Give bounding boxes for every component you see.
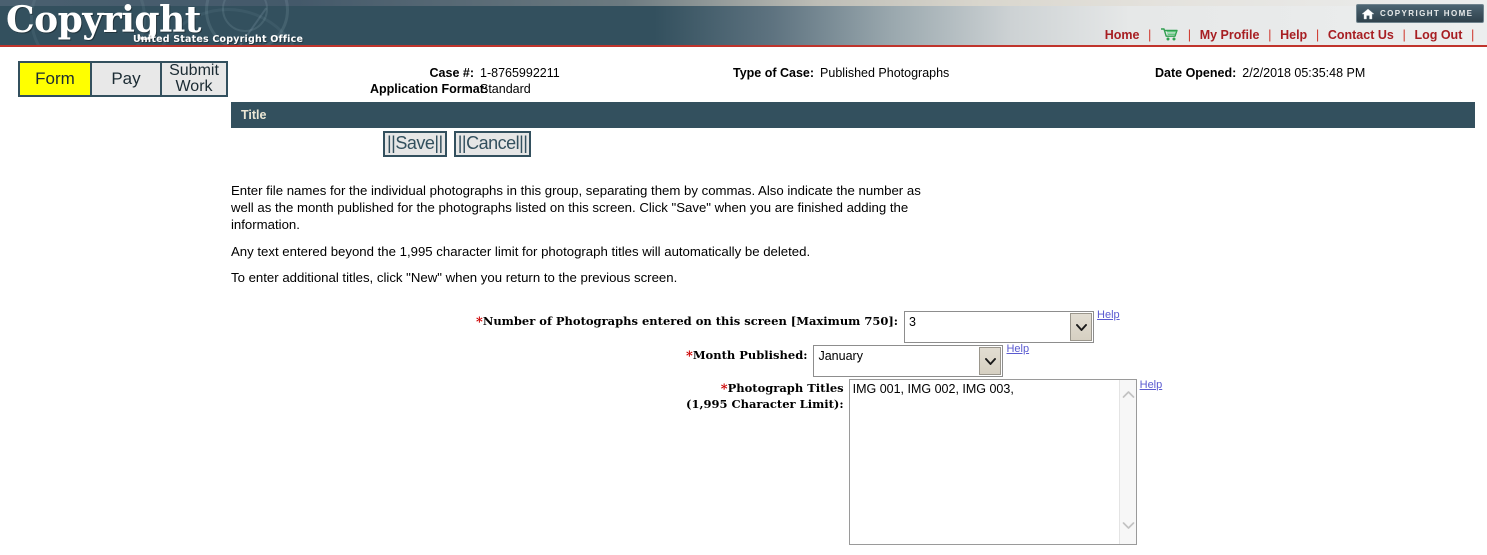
select-arrow-button[interactable] <box>1070 313 1093 341</box>
chevron-down-icon <box>1075 323 1087 331</box>
type-of-case-row: Type of Case: Published Photographs <box>733 66 949 82</box>
month-published-select[interactable]: January <box>813 345 1004 377</box>
case-number-row: Case #: 1-8765992211 <box>370 66 560 82</box>
select-arrow-button[interactable] <box>979 347 1002 375</box>
date-opened-group: Date Opened: 2/2/2018 05:35:48 PM <box>1155 66 1365 82</box>
nav-link-help[interactable]: Help <box>1280 28 1307 42</box>
scroll-up-icon[interactable] <box>1122 390 1135 399</box>
copyright-home-button[interactable]: COPYRIGHT HOME <box>1356 4 1484 23</box>
photograph-titles-label-line2: (1,995 Character Limit): <box>686 397 844 411</box>
date-opened-label: Date Opened: <box>1155 66 1237 80</box>
number-of-photographs-value: 3 <box>909 315 916 329</box>
month-published-value: January <box>818 349 863 363</box>
type-of-case-label: Type of Case: <box>733 66 815 80</box>
photograph-titles-textarea[interactable]: IMG 001, IMG 002, IMG 003, <box>848 379 1137 545</box>
case-type-group: Type of Case: Published Photographs <box>733 66 949 82</box>
nav-separator: | <box>1148 27 1152 42</box>
photograph-titles-label-line1-wrap: *Photograph Titles <box>686 381 844 397</box>
section-title-bar: Title <box>231 102 1475 128</box>
instruction-paragraph-3: To enter additional titles, click "New" … <box>231 269 678 285</box>
instruction-paragraph-1: Enter file names for the individual phot… <box>231 183 921 233</box>
nav-link-log-out[interactable]: Log Out <box>1414 28 1462 42</box>
number-of-photographs-select[interactable]: 3 <box>904 311 1095 343</box>
top-navigation: Home | | My Profile | Help | Contact Us … <box>0 27 1487 44</box>
copyright-home-label: COPYRIGHT HOME <box>1380 9 1474 18</box>
number-of-photographs-label-text: Number of Photographs entered on this sc… <box>482 314 899 328</box>
help-link-month-published[interactable]: Help <box>1006 343 1029 355</box>
case-number-value: 1-8765992211 <box>480 66 560 80</box>
photograph-titles-value[interactable]: IMG 001, IMG 002, IMG 003, <box>853 382 1116 397</box>
case-identifiers: Case #: 1-8765992211 Application Format:… <box>370 66 560 97</box>
textarea-scrollbar[interactable] <box>1118 380 1136 544</box>
photograph-titles-label-line1: Photograph Titles <box>727 381 844 395</box>
month-published-label-text: Month Published: <box>692 348 808 362</box>
case-information: Case #: 1-8765992211 Application Format:… <box>0 64 1487 98</box>
month-published-label: *Month Published: <box>686 345 807 364</box>
section-title-label: Title <box>241 108 267 122</box>
header-divider <box>0 45 1487 47</box>
field-photograph-titles: *Photograph Titles (1,995 Character Limi… <box>686 379 1162 545</box>
field-number-of-photographs: *Number of Photographs entered on this s… <box>476 309 1120 343</box>
photograph-titles-label: *Photograph Titles (1,995 Character Limi… <box>686 379 844 411</box>
application-format-label: Application Format: <box>370 81 489 96</box>
nav-link-my-profile[interactable]: My Profile <box>1200 28 1260 42</box>
nav-separator: | <box>1470 27 1475 42</box>
save-button[interactable]: ||Save|| <box>383 131 447 157</box>
house-icon <box>1361 8 1375 19</box>
nav-separator: | <box>1268 27 1272 42</box>
shopping-cart-icon[interactable] <box>1160 27 1179 41</box>
required-indicator: * <box>686 349 693 364</box>
nav-link-contact-us[interactable]: Contact Us <box>1328 28 1394 42</box>
type-of-case-value: Published Photographs <box>820 66 950 80</box>
form-action-buttons: ||Save|| ||Cancel|| <box>383 131 532 157</box>
nav-separator: | <box>1187 27 1192 42</box>
cancel-button[interactable]: ||Cancel|| <box>453 131 532 157</box>
field-month-published: *Month Published: January Help <box>686 343 1029 377</box>
required-indicator: * <box>476 315 483 330</box>
application-format-row: Application Format: Standard <box>370 82 560 98</box>
nav-link-home[interactable]: Home <box>1105 28 1140 42</box>
application-format-value: Standard <box>480 81 531 96</box>
nav-separator: | <box>1402 27 1406 42</box>
date-opened-row: Date Opened: 2/2/2018 05:35:48 PM <box>1155 66 1365 82</box>
number-of-photographs-label: *Number of Photographs entered on this s… <box>476 311 898 330</box>
required-indicator: * <box>720 382 728 397</box>
chevron-down-icon <box>985 357 996 365</box>
scroll-down-icon[interactable] <box>1122 521 1135 530</box>
instructions-block: Enter file names for the individual phot… <box>231 182 937 286</box>
help-link-number-of-photographs[interactable]: Help <box>1097 309 1120 321</box>
instruction-paragraph-2: Any text entered beyond the 1,995 charac… <box>231 243 811 259</box>
date-opened-value: 2/2/2018 05:35:48 PM <box>1242 66 1366 80</box>
help-link-photograph-titles[interactable]: Help <box>1140 379 1163 391</box>
case-number-label: Case #: <box>429 66 474 80</box>
nav-separator: | <box>1315 27 1320 42</box>
